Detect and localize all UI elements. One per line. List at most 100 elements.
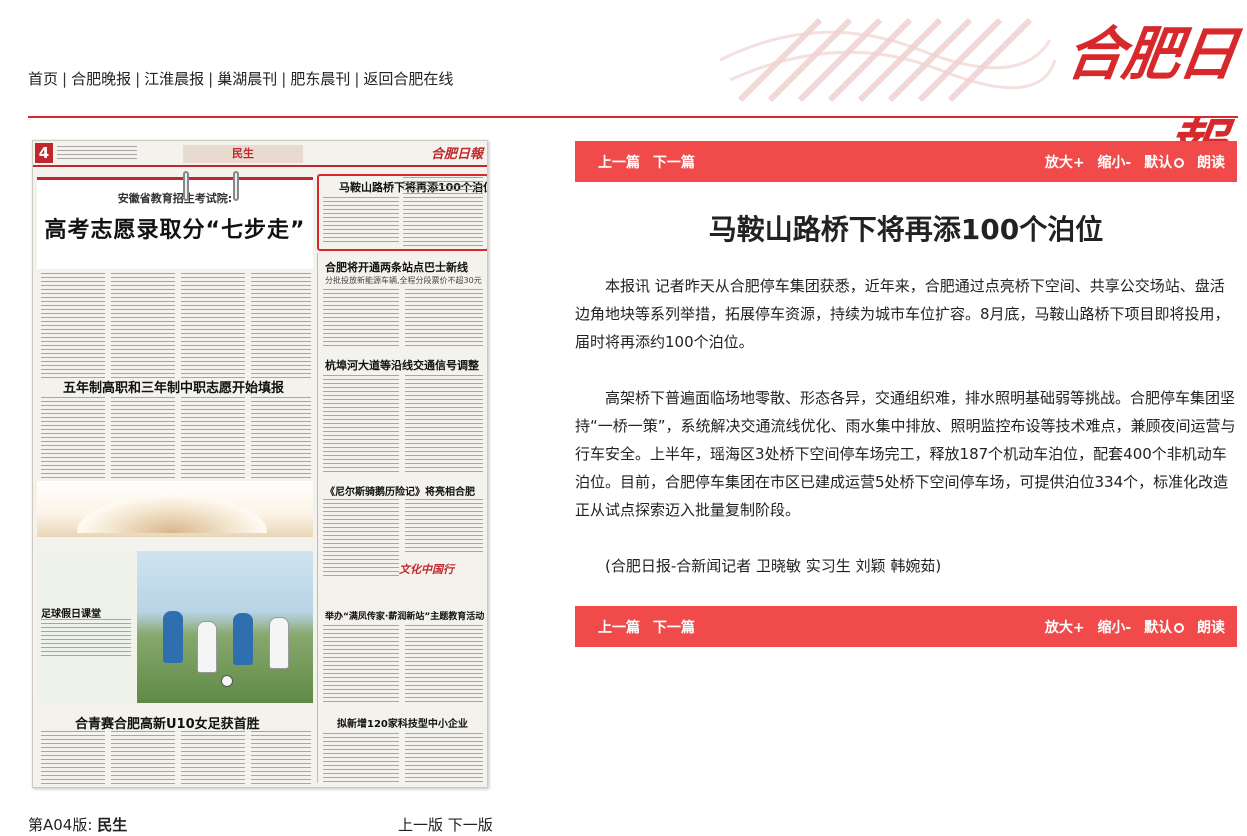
zoom-in-button[interactable]: 放大+ — [1045, 155, 1085, 171]
text-block — [41, 731, 105, 785]
text-block — [41, 273, 105, 379]
bus-subheadline: 分批投放新能源车辆,全程分段票价不超30元 — [325, 276, 482, 285]
next-article-button[interactable]: 下一篇 — [653, 620, 695, 636]
hangbu-headline[interactable]: 杭埠河大道等沿线交通信号调整 — [325, 357, 479, 373]
nav-chaohu-morning[interactable]: 巢湖晨刊 — [217, 70, 277, 88]
player-figure — [197, 621, 217, 673]
article-byline: (合肥日报-合新闻记者 卫晓敏 实习生 刘颖 韩婉茹) — [605, 557, 942, 575]
default-size-button[interactable]: 默认 — [1144, 620, 1185, 636]
header-divider — [28, 116, 1238, 118]
newspaper-page-thumbnail[interactable]: 4 民生 合肥日報 安徽省教育招生考试院: 高考志愿录取分“七步走” 五年制高职… — [32, 140, 488, 788]
nav-separator: | — [135, 70, 141, 88]
text-block — [323, 733, 399, 785]
player-figure — [233, 613, 253, 665]
nies-headline[interactable]: 《尼尔斯骑鹅历险记》将亮相合肥 — [325, 483, 475, 498]
text-block — [181, 731, 245, 785]
edition-label: 第A04版: 民生 — [28, 814, 127, 835]
text-block — [405, 625, 483, 705]
nav-separator: | — [281, 70, 287, 88]
text-block — [251, 731, 311, 785]
text-block — [323, 499, 399, 579]
nav-back-hefei-online[interactable]: 返回合肥在线 — [363, 70, 453, 88]
text-block — [323, 289, 399, 347]
site-logo: 合肥日報 — [1062, 20, 1240, 180]
text-block — [323, 375, 399, 475]
nav-feidong-morning[interactable]: 肥东晨刊 — [290, 70, 350, 88]
default-label: 默认 — [1144, 155, 1173, 171]
text-block — [251, 273, 311, 379]
text-block — [111, 273, 175, 379]
article-body: 本报讯 记者昨天从合肥停车集团获悉，近年来，合肥通过点亮桥下空间、共享公交场站、… — [575, 272, 1237, 608]
next-article-button[interactable]: 下一篇 — [653, 155, 695, 171]
default-size-button[interactable]: 默认 — [1144, 155, 1185, 171]
edition-prefix: 第A04版: — [28, 816, 93, 834]
circle-icon — [1174, 623, 1185, 633]
book-image — [37, 481, 313, 537]
text-block — [41, 397, 105, 479]
text-block — [251, 397, 311, 481]
nav-jianghuai-morning[interactable]: 江淮晨报 — [144, 70, 204, 88]
edition-name[interactable]: 民生 — [97, 816, 127, 834]
nicou-headline[interactable]: 拟新增120家科技型中小企业 — [337, 715, 468, 730]
read-aloud-button[interactable]: 朗读 — [1197, 620, 1225, 636]
football-icon — [221, 675, 233, 687]
page-navigation: 上一版 下一版 — [398, 814, 493, 835]
paper-logo: 合肥日報 — [430, 147, 483, 162]
football-photo — [137, 551, 313, 703]
zoom-in-button[interactable]: 放大+ — [1045, 620, 1085, 636]
zoom-out-button[interactable]: 缩小- — [1097, 620, 1131, 636]
article-toolbar-top: 上一篇 下一篇 放大+ 缩小- 默认 朗读 — [575, 141, 1237, 182]
article-paragraph: 本报讯 记者昨天从合肥停车集团获悉，近年来，合肥通过点亮桥下空间、共享公交场站、… — [575, 277, 1230, 351]
default-label: 默认 — [1144, 620, 1173, 636]
gaokao-headline: 高考志愿录取分“七步走” — [44, 218, 306, 243]
bus-headline[interactable]: 合肥将开通两条站点巴士新线 — [325, 259, 468, 275]
prev-article-button[interactable]: 上一篇 — [598, 620, 640, 636]
gaokao-subheadline: 安徽省教育招生考试院: — [117, 192, 233, 205]
text-block — [405, 499, 483, 555]
paper-section-label: 民生 — [183, 145, 303, 163]
text-block — [403, 177, 483, 249]
paper-page-number: 4 — [35, 143, 53, 163]
text-block — [181, 273, 245, 379]
text-block — [405, 733, 483, 785]
player-figure — [269, 617, 289, 669]
paper-meta-text — [57, 146, 137, 160]
player-figure — [163, 611, 183, 663]
nav-separator: | — [62, 70, 68, 88]
text-block — [181, 397, 245, 481]
paper-header: 4 民生 合肥日報 — [33, 141, 487, 167]
wenhua-logo: 文化中国行 — [399, 563, 454, 576]
read-aloud-button[interactable]: 朗读 — [1197, 155, 1225, 171]
nav-separator: | — [354, 70, 360, 88]
paper-clip-icon — [233, 171, 239, 201]
text-block — [405, 375, 483, 475]
next-page-link[interactable]: 下一版 — [448, 816, 493, 834]
wunian-headline[interactable]: 五年制高职和三年制中职志愿开始填报 — [63, 377, 284, 396]
paper-clip-icon — [183, 171, 189, 201]
xuefa-headline[interactable]: 举办“满凤传家·薪润新站”主题教育活动 — [325, 609, 484, 622]
text-block — [111, 397, 175, 481]
text-block — [111, 731, 175, 785]
site-header: 首页 | 合肥晚报 | 江淮晨报 | 巢湖晨刊 | 肥东晨刊 | 返回合肥在线 合肥日報 — [0, 0, 1247, 180]
prev-article-button[interactable]: 上一篇 — [598, 155, 640, 171]
top-navigation: 首页 | 合肥晚报 | 江淮晨报 | 巢湖晨刊 | 肥东晨刊 | 返回合肥在线 — [28, 68, 453, 89]
article-title: 马鞍山路桥下将再添100个泊位 — [708, 213, 1104, 246]
nav-hefei-evening[interactable]: 合肥晚报 — [71, 70, 131, 88]
prev-page-link[interactable]: 上一版 — [398, 816, 443, 834]
u10-headline[interactable]: 合青赛合肥高新U10女足获首胜 — [75, 713, 260, 732]
text-block — [41, 619, 131, 659]
article-area-gaokao[interactable]: 安徽省教育招生考试院: 高考志愿录取分“七步走” — [37, 177, 313, 269]
book-pages-graphic — [77, 495, 267, 533]
circle-icon — [1174, 158, 1185, 168]
article-paragraph: 高架桥下普遍面临场地零散、形态各异，交通组织难，排水照明基础弱等挑战。合肥停车集… — [575, 389, 1236, 519]
article-toolbar-bottom: 上一篇 下一篇 放大+ 缩小- 默认 朗读 — [575, 606, 1237, 647]
zuqiu-headline-overlay[interactable]: 足球假日课堂 — [41, 605, 101, 620]
column-rule — [317, 253, 318, 783]
nav-home[interactable]: 首页 — [28, 70, 58, 88]
zoom-out-button[interactable]: 缩小- — [1097, 155, 1131, 171]
text-block — [323, 625, 399, 705]
header-decoration — [719, 17, 1057, 103]
text-block — [405, 289, 483, 347]
nav-separator: | — [208, 70, 214, 88]
text-block — [323, 197, 399, 245]
